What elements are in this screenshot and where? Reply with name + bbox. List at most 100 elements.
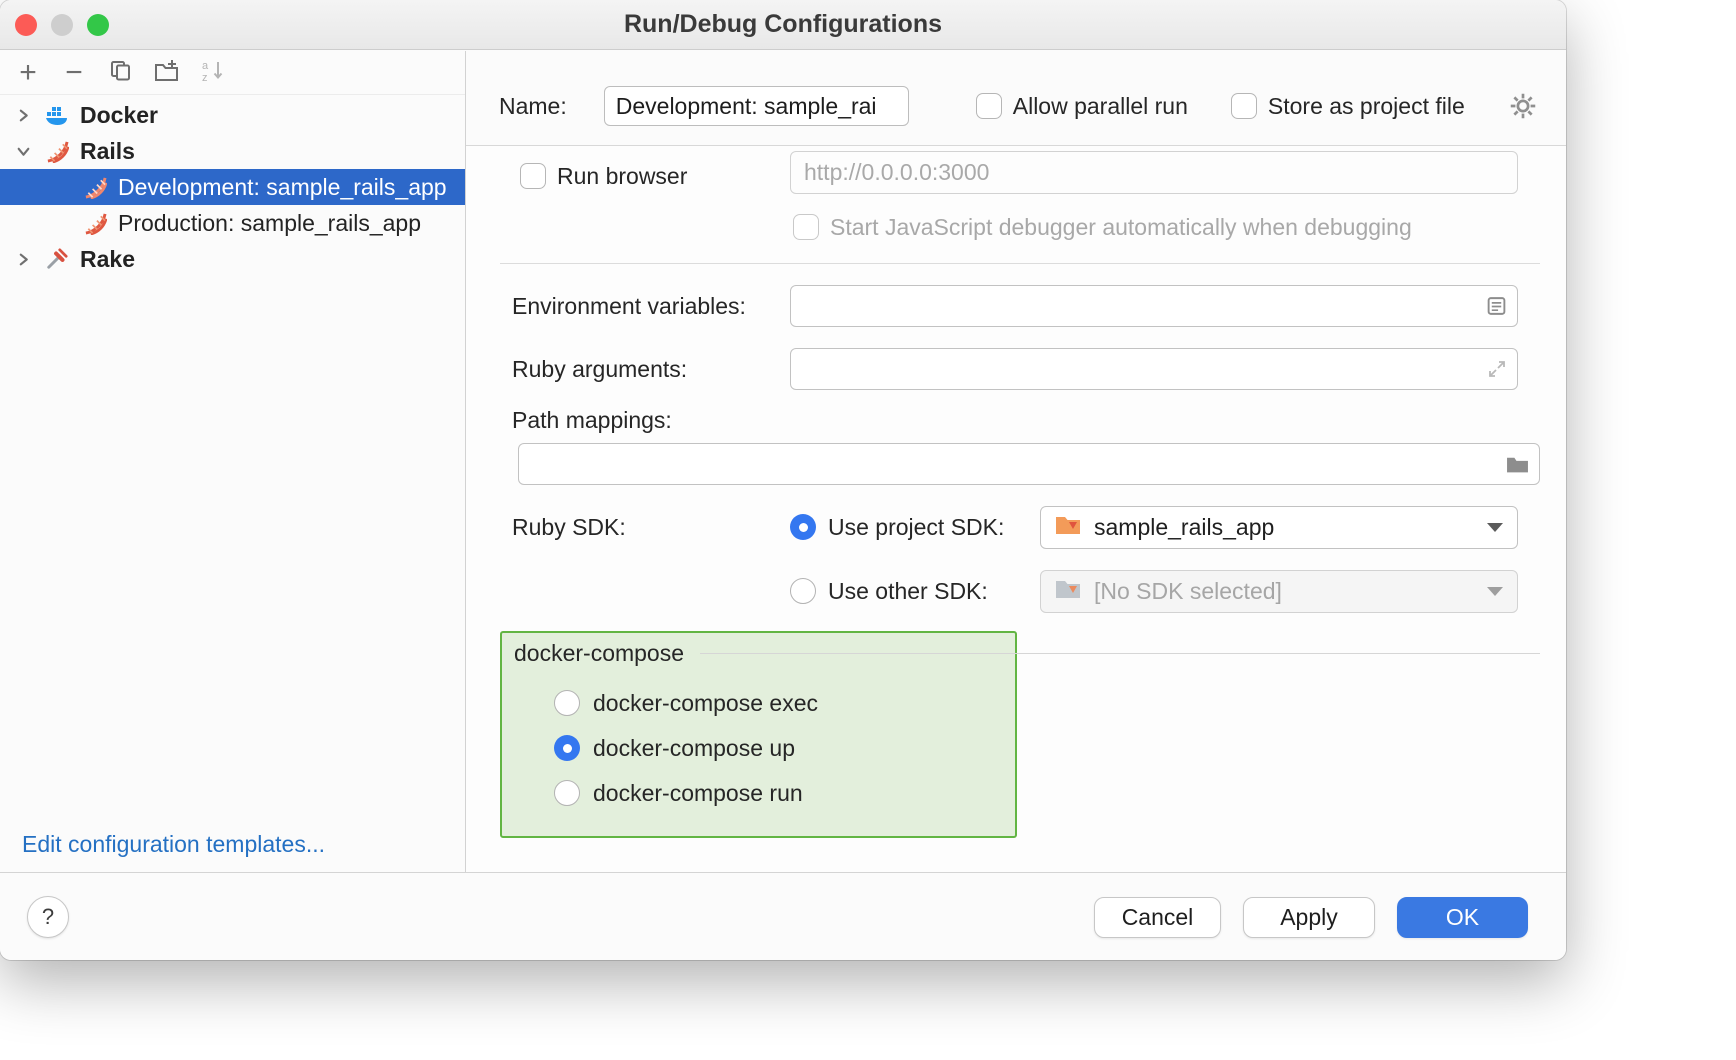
close-button[interactable] bbox=[15, 14, 37, 36]
tree-item-label: Rake bbox=[80, 246, 135, 273]
environment-variables-row: Environment variables: bbox=[512, 285, 1518, 327]
radio-label: Use other SDK: bbox=[828, 578, 988, 605]
ruby-arguments-input[interactable] bbox=[790, 348, 1518, 390]
tree-item-rake[interactable]: Rake bbox=[0, 241, 465, 277]
add-configuration-button[interactable]: + bbox=[8, 55, 48, 91]
ruby-sdk-row: Ruby SDK: Use project SDK: sample_rails_… bbox=[512, 506, 1518, 548]
configuration-form: Run browser http://0.0.0.0:3000 Start Ja… bbox=[466, 145, 1566, 872]
docker-compose-up-radio[interactable]: docker-compose up bbox=[554, 727, 795, 769]
radio-unselected-icon bbox=[790, 578, 816, 604]
radio-label: docker-compose up bbox=[593, 735, 795, 762]
chevron-right-icon[interactable] bbox=[12, 248, 34, 270]
zoom-button[interactable] bbox=[87, 14, 109, 36]
tree-item-label: Production: sample_rails_app bbox=[118, 210, 421, 237]
copy-configuration-button[interactable] bbox=[100, 55, 140, 91]
folder-icon[interactable] bbox=[1506, 455, 1529, 474]
tree-item-production[interactable]: Production: sample_rails_app bbox=[0, 205, 465, 241]
window-title: Run/Debug Configurations bbox=[0, 0, 1566, 48]
tree-item-label: Rails bbox=[80, 138, 135, 165]
dialog-footer: ? Cancel Apply OK bbox=[0, 872, 1566, 960]
browse-variables-icon[interactable] bbox=[1486, 296, 1507, 317]
edit-templates-link[interactable]: Edit configuration templates... bbox=[22, 831, 325, 858]
environment-variables-input[interactable] bbox=[790, 285, 1518, 327]
checkbox-icon bbox=[976, 93, 1002, 119]
radio-label: Use project SDK: bbox=[828, 514, 1004, 541]
window-controls bbox=[15, 14, 109, 36]
checkbox-icon bbox=[520, 163, 546, 189]
allow-parallel-run-checkbox[interactable]: Allow parallel run bbox=[976, 93, 1188, 120]
plus-icon: + bbox=[19, 58, 37, 88]
sdk-folder-disabled-icon bbox=[1055, 578, 1081, 604]
radio-selected-icon bbox=[790, 514, 816, 540]
use-other-sdk-radio[interactable]: Use other SDK: bbox=[790, 578, 1040, 605]
docker-compose-section-label: docker-compose bbox=[514, 640, 684, 667]
docker-compose-header: docker-compose bbox=[514, 640, 1540, 666]
rails-icon bbox=[44, 138, 70, 164]
minimize-button bbox=[51, 14, 73, 36]
expand-field-icon[interactable] bbox=[1487, 359, 1507, 379]
configurations-toolbar: + − az bbox=[0, 51, 465, 95]
sort-az-icon: az bbox=[200, 58, 225, 88]
browser-url-field[interactable]: http://0.0.0.0:3000 bbox=[790, 151, 1518, 194]
path-mappings-wrap bbox=[518, 443, 1540, 485]
radio-label: docker-compose run bbox=[593, 780, 803, 807]
sort-configurations-button[interactable]: az bbox=[192, 55, 232, 91]
ruby-sdk-label: Ruby SDK: bbox=[512, 514, 790, 541]
tree-item-docker[interactable]: Docker bbox=[0, 97, 465, 133]
use-project-sdk-radio[interactable]: Use project SDK: bbox=[790, 514, 1040, 541]
ok-button[interactable]: OK bbox=[1397, 897, 1528, 938]
radio-selected-icon bbox=[554, 735, 580, 761]
run-browser-checkbox[interactable]: Run browser bbox=[520, 155, 687, 197]
docker-compose-exec-radio[interactable]: docker-compose exec bbox=[554, 682, 818, 724]
checkbox-label: Run browser bbox=[557, 163, 687, 190]
environment-variables-wrap bbox=[790, 285, 1518, 327]
name-input[interactable] bbox=[604, 86, 909, 126]
path-mappings-label-row: Path mappings: bbox=[512, 399, 790, 441]
js-debugger-checkbox[interactable]: Start JavaScript debugger automatically … bbox=[793, 206, 1412, 248]
project-sdk-select[interactable]: sample_rails_app bbox=[1040, 506, 1518, 549]
docker-icon bbox=[44, 102, 70, 128]
browser-url-value: http://0.0.0.0:3000 bbox=[804, 159, 989, 186]
footer-buttons: Cancel Apply OK bbox=[1094, 897, 1528, 938]
checkbox-icon bbox=[793, 214, 819, 240]
radio-label: docker-compose exec bbox=[593, 690, 818, 717]
radio-unselected-icon bbox=[554, 780, 580, 806]
dropdown-arrow-icon bbox=[1487, 587, 1503, 596]
copy-icon bbox=[109, 59, 132, 87]
ruby-arguments-wrap bbox=[790, 348, 1518, 390]
separator bbox=[700, 653, 1540, 654]
path-mappings-input[interactable] bbox=[518, 443, 1540, 485]
checkbox-icon bbox=[1231, 93, 1257, 119]
configurations-tree: Docker Rails Development: sample_rails_a… bbox=[0, 95, 465, 277]
other-sdk-select[interactable]: [No SDK selected] bbox=[1040, 570, 1518, 613]
rake-icon bbox=[44, 246, 70, 272]
remove-configuration-button[interactable]: − bbox=[54, 55, 94, 91]
radio-unselected-icon bbox=[554, 690, 580, 716]
chevron-right-icon[interactable] bbox=[12, 104, 34, 126]
new-folder-button[interactable] bbox=[146, 55, 186, 91]
cancel-button[interactable]: Cancel bbox=[1094, 897, 1221, 938]
rails-icon bbox=[82, 174, 108, 200]
titlebar: Run/Debug Configurations bbox=[0, 0, 1566, 50]
tree-item-label: Development: sample_rails_app bbox=[118, 174, 447, 201]
configurations-sidebar: + − az Docker bbox=[0, 51, 466, 872]
rails-icon bbox=[82, 210, 108, 236]
other-sdk-row: Use other SDK: [No SDK selected] bbox=[512, 570, 1518, 612]
store-as-project-file-checkbox[interactable]: Store as project file bbox=[1231, 93, 1465, 120]
checkbox-label: Start JavaScript debugger automatically … bbox=[830, 214, 1412, 241]
sdk-folder-icon bbox=[1055, 514, 1081, 540]
name-label: Name: bbox=[499, 93, 567, 120]
chevron-down-icon[interactable] bbox=[12, 140, 34, 162]
apply-button[interactable]: Apply bbox=[1243, 897, 1375, 938]
docker-compose-run-radio[interactable]: docker-compose run bbox=[554, 772, 803, 814]
ruby-arguments-label: Ruby arguments: bbox=[512, 356, 790, 383]
minus-icon: − bbox=[65, 58, 83, 88]
svg-text:z: z bbox=[202, 72, 208, 83]
new-folder-icon bbox=[154, 59, 179, 87]
run-debug-configurations-dialog: Run/Debug Configurations + − az bbox=[0, 0, 1566, 960]
tree-item-rails[interactable]: Rails bbox=[0, 133, 465, 169]
gear-icon[interactable] bbox=[1508, 91, 1538, 121]
help-button[interactable]: ? bbox=[27, 896, 69, 938]
configuration-editor: Name: Allow parallel run Store as projec… bbox=[466, 51, 1566, 872]
tree-item-development[interactable]: Development: sample_rails_app bbox=[0, 169, 465, 205]
